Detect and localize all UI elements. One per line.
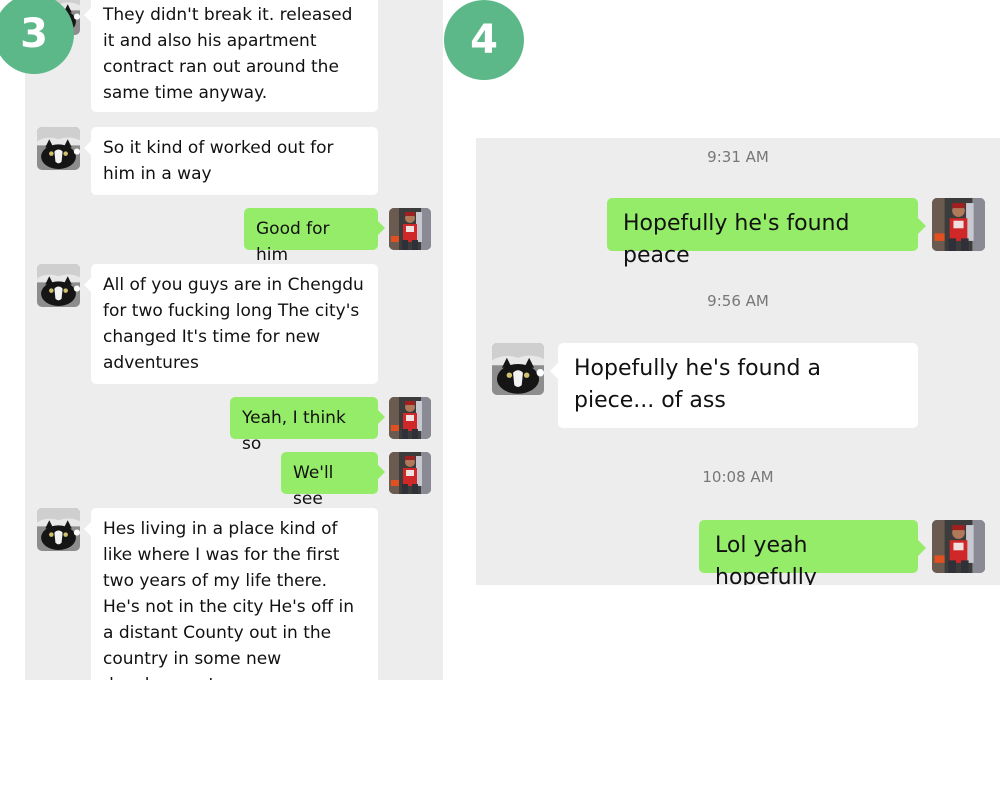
- timestamp: 10:08 AM: [702, 468, 774, 486]
- person-photo-avatar-icon[interactable]: [389, 208, 431, 250]
- chat-panel-4: 9:31 AM Hopefully he's found peace 9:56 …: [476, 138, 1000, 585]
- chat-bubble-outgoing: Yeah, I think so: [230, 397, 385, 454]
- chat-bubble-outgoing: Good for him: [244, 208, 385, 265]
- chat-bubble-incoming: So it kind of worked out for him in a wa…: [84, 127, 378, 195]
- chat-panel-3: They didn't break it. released it and al…: [25, 0, 443, 680]
- chat-bubble-incoming: They didn't break it. released it and al…: [84, 0, 378, 112]
- chat-bubble-outgoing: Lol yeah hopefully: [699, 520, 926, 585]
- chat-bubble-outgoing: Hopefully he's found peace: [607, 198, 926, 268]
- cat-avatar-icon[interactable]: [37, 127, 80, 170]
- cat-avatar-icon[interactable]: [37, 264, 80, 307]
- chat-bubble-incoming: Hes living in a place kind of like where…: [84, 508, 378, 680]
- timestamp: 9:31 AM: [707, 148, 769, 166]
- person-photo-avatar-icon[interactable]: [932, 198, 985, 251]
- cat-avatar-icon[interactable]: [492, 343, 544, 395]
- chat-bubble-incoming: Hopefully he's found a piece... of ass: [550, 343, 918, 428]
- person-photo-avatar-icon[interactable]: [932, 520, 985, 573]
- chat-bubble-incoming: All of you guys are in Chengdu for two f…: [84, 264, 378, 384]
- chat-bubble-outgoing: We'll see: [281, 452, 385, 509]
- step-number-badge: 4: [444, 0, 524, 80]
- cat-avatar-icon[interactable]: [37, 508, 80, 551]
- timestamp: 9:56 AM: [707, 292, 769, 310]
- person-photo-avatar-icon[interactable]: [389, 397, 431, 439]
- person-photo-avatar-icon[interactable]: [389, 452, 431, 494]
